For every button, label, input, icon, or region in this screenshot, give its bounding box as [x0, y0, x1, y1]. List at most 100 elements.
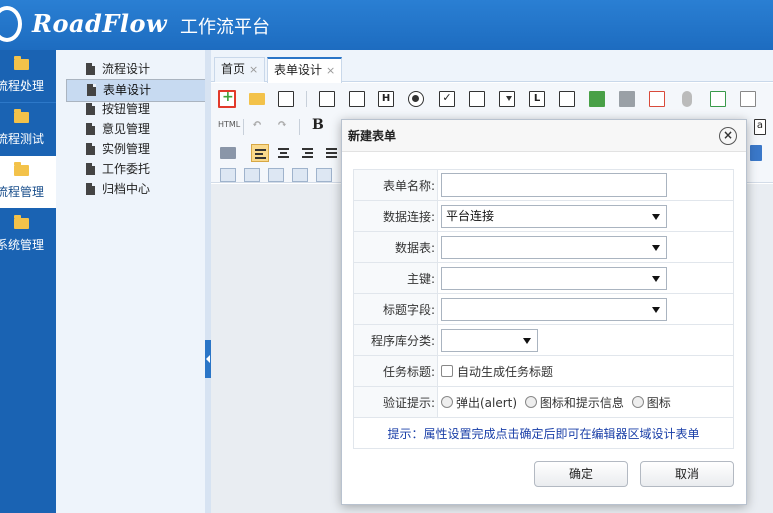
select-icon[interactable]	[499, 91, 515, 107]
dictionary-icon[interactable]	[619, 91, 635, 107]
nav-item-label: 流程管理	[0, 185, 45, 199]
dropdown-arrow-icon	[652, 213, 660, 220]
cancel-button[interactable]: 取消	[640, 461, 734, 487]
tab-form-design[interactable]: 表单设计 ×	[267, 57, 343, 83]
toolbar-divider	[299, 119, 300, 135]
dropdown-arrow-icon	[652, 306, 660, 313]
table-icon[interactable]	[220, 168, 236, 182]
align-justify-icon[interactable]	[323, 144, 341, 162]
tree-item-label: 意见管理	[102, 122, 151, 136]
task-title-label: 任务标题:	[353, 355, 438, 387]
tree-item-flow-design[interactable]: 流程设计	[66, 59, 204, 79]
auto-task-title-checkbox[interactable]	[441, 365, 453, 377]
textarea-icon[interactable]	[469, 91, 485, 107]
close-icon[interactable]: ×	[249, 63, 258, 76]
data-conn-value: 平台连接	[446, 208, 495, 223]
logo-text: RoadFlow	[32, 9, 168, 38]
tree-item-button-manage[interactable]: 按钮管理	[66, 99, 204, 119]
text-a-icon[interactable]: a	[754, 119, 766, 135]
bold-button[interactable]: B	[312, 117, 324, 133]
nav-item-flow-process[interactable]: 流程处理	[0, 50, 56, 102]
tree-item-label: 归档中心	[102, 182, 151, 196]
data-conn-select[interactable]: 平台连接	[441, 204, 667, 228]
info-icon[interactable]	[740, 91, 756, 107]
nav-item-flow-manage[interactable]: 流程管理	[0, 156, 56, 208]
data-table-select[interactable]	[441, 235, 667, 259]
insert-row-icon[interactable]	[244, 168, 260, 182]
label-icon[interactable]	[319, 91, 335, 107]
list-field-icon[interactable]: L	[529, 91, 545, 107]
left-nav: 流程处理 流程测试 流程管理 系统管理	[0, 50, 56, 513]
data-table-label: 数据表:	[353, 231, 438, 263]
merge-cells-icon[interactable]	[292, 168, 308, 182]
validation-label: 验证提示:	[353, 386, 438, 418]
tab-label: 首页	[221, 62, 246, 76]
calendar-icon[interactable]	[649, 91, 665, 107]
document-icon	[86, 183, 95, 195]
lib-category-select[interactable]	[441, 328, 538, 352]
checkbox-icon[interactable]: ✓	[439, 91, 455, 107]
properties-icon[interactable]	[278, 91, 294, 107]
validation-icon-radio[interactable]	[631, 396, 644, 408]
title-field-label: 标题字段:	[353, 293, 438, 325]
primary-key-label: 主键:	[353, 262, 438, 294]
folder-icon	[14, 56, 29, 70]
textbox-icon[interactable]	[349, 91, 365, 107]
new-form-dialog: 新建表单 × 表单名称: 数据连接: 平台连接 数据表: 主键: 标题字段: 程…	[341, 119, 747, 505]
toolbar-row: H ✓ L	[211, 86, 773, 112]
split-cells-icon[interactable]	[316, 168, 332, 182]
align-left-icon[interactable]	[251, 144, 269, 162]
ok-button[interactable]: 确定	[534, 461, 628, 487]
close-icon[interactable]: ×	[719, 127, 737, 145]
hidden-field-icon[interactable]: H	[378, 91, 394, 107]
button-icon[interactable]	[559, 91, 575, 107]
nav-item-flow-test[interactable]: 流程测试	[0, 103, 56, 155]
redo-icon[interactable]: ↷	[277, 117, 287, 131]
align-right-icon[interactable]	[299, 144, 317, 162]
nav-item-label: 流程处理	[0, 79, 45, 93]
align-center-icon[interactable]	[275, 144, 293, 162]
toolbar-divider	[243, 119, 244, 135]
form-properties-table: 表单名称: 数据连接: 平台连接 数据表: 主键: 标题字段: 程序库分类: 任…	[353, 169, 734, 449]
link-icon[interactable]	[750, 145, 762, 161]
indent-icon[interactable]	[220, 147, 236, 159]
validation-option-label: 图标	[646, 395, 671, 410]
nav-item-label: 系统管理	[0, 238, 45, 252]
document-icon	[86, 63, 95, 75]
tree-item-archive-center[interactable]: 归档中心	[66, 179, 204, 199]
tree-item-label: 表单设计	[103, 83, 152, 97]
tree-item-opinion-manage[interactable]: 意见管理	[66, 119, 204, 139]
html-source-button[interactable]: HTML	[218, 120, 240, 129]
primary-key-select[interactable]	[441, 266, 667, 290]
validation-icon-message-radio[interactable]	[524, 396, 537, 408]
tree-item-instance-manage[interactable]: 实例管理	[66, 139, 204, 159]
validation-alert-radio[interactable]	[441, 396, 453, 408]
nav-item-system-manage[interactable]: 系统管理	[0, 209, 56, 261]
document-icon	[86, 103, 95, 115]
attachment-icon[interactable]	[682, 91, 692, 107]
radio-icon[interactable]	[408, 91, 424, 107]
folder-icon	[14, 215, 29, 229]
undo-icon[interactable]: ↶	[252, 117, 262, 131]
app-title: 工作流平台	[180, 17, 270, 38]
open-folder-icon[interactable]	[249, 93, 265, 105]
document-icon	[86, 163, 95, 175]
tab-bar: 首页 × 表单设计 ×	[211, 50, 773, 83]
dialog-title: 新建表单	[342, 120, 746, 152]
dialog-tip: 提示：属性设置完成点击确定后即可在编辑器区域设计表单	[353, 417, 734, 449]
logo-icon	[0, 6, 22, 42]
form-name-input[interactable]	[441, 173, 667, 197]
data-conn-label: 数据连接:	[353, 200, 438, 232]
tab-home[interactable]: 首页 ×	[214, 57, 266, 82]
tree-item-work-delegate[interactable]: 工作委托	[66, 159, 204, 179]
grid-icon[interactable]	[710, 91, 726, 107]
close-icon[interactable]: ×	[326, 64, 335, 77]
dropdown-arrow-icon	[652, 244, 660, 251]
new-form-icon[interactable]	[218, 89, 236, 108]
validation-option-label: 弹出(alert)	[456, 395, 518, 410]
tree-item-label: 工作委托	[102, 162, 151, 176]
insert-col-icon[interactable]	[268, 168, 284, 182]
tab-label: 表单设计	[274, 63, 323, 77]
org-select-icon[interactable]	[589, 91, 605, 107]
title-field-select[interactable]	[441, 297, 667, 321]
